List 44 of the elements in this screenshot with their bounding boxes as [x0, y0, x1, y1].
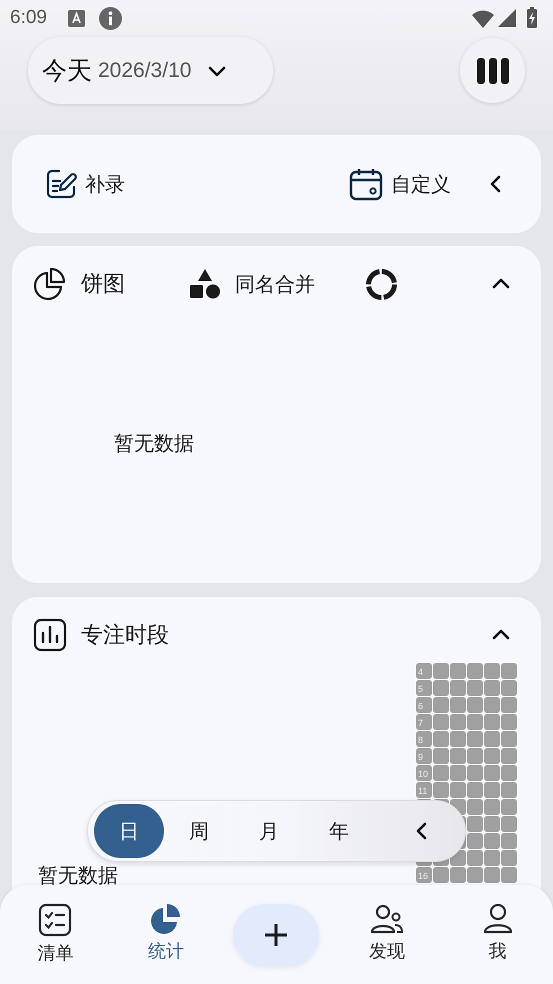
period-tab[interactable]: 日	[94, 804, 164, 858]
card-title: 饼图	[81, 270, 125, 298]
edit-note-icon	[45, 168, 77, 200]
period-tab[interactable]: 月	[234, 804, 304, 858]
period-tab[interactable]: 年	[304, 804, 374, 858]
calendar-icon	[349, 167, 383, 201]
date-text: 2026/3/10	[98, 58, 192, 84]
hour-label: 10	[418, 769, 428, 779]
empty-text: 暂无数据	[114, 430, 194, 457]
person-icon	[482, 903, 513, 935]
people-icon	[370, 903, 404, 935]
nav-tab[interactable]: 统计	[148, 903, 184, 965]
signal-icon	[497, 8, 517, 28]
donut-toggle[interactable]	[365, 268, 398, 300]
empty-text: 暂无数据	[38, 865, 118, 885]
hour-label: 6	[418, 701, 424, 711]
donut-icon	[365, 268, 398, 300]
checklist-icon	[38, 903, 72, 937]
hour-label: 11	[418, 786, 428, 796]
hour-label: 4	[418, 667, 424, 677]
pie-chart-icon	[33, 267, 67, 301]
nav-tab[interactable]: 清单	[37, 903, 74, 967]
plus-icon	[263, 922, 290, 948]
date-picker[interactable]: 今天 2026/3/10	[28, 37, 273, 104]
keyboard-icon	[68, 10, 85, 26]
pie-chart-icon	[150, 903, 182, 935]
hour-label: 16	[418, 871, 428, 881]
shapes-icon	[189, 268, 221, 300]
info-icon	[98, 6, 122, 30]
backfill-button[interactable]: 补录	[45, 168, 125, 200]
hour-label: 5	[418, 684, 424, 694]
hour-label: 9	[418, 752, 424, 762]
custom-range-button[interactable]: 自定义	[349, 167, 451, 201]
nav-tab[interactable]: 我	[482, 903, 513, 965]
menu-button[interactable]	[460, 38, 525, 103]
date-label: 今天	[42, 54, 92, 87]
nav-tab[interactable]: 发现	[369, 903, 406, 965]
period-tab[interactable]: 周	[164, 804, 234, 858]
hour-label: 7	[418, 718, 424, 728]
bar-chart-icon	[33, 618, 67, 652]
card-title: 专注时段	[81, 622, 169, 650]
status-time: 6:09	[10, 6, 47, 30]
hour-label: 8	[418, 735, 424, 745]
merge-toggle[interactable]: 同名合并	[189, 268, 315, 300]
